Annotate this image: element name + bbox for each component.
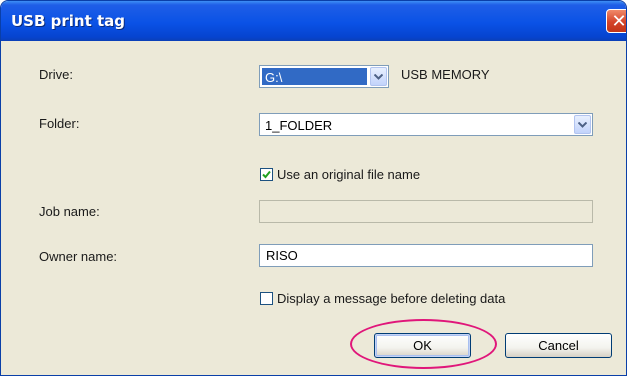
display-message-checkbox[interactable]: [260, 292, 273, 305]
display-message-option[interactable]: Display a message before deleting data: [260, 291, 505, 306]
chevron-down-icon: [578, 122, 587, 128]
owner-name-input[interactable]: [260, 245, 592, 266]
folder-label: Folder:: [39, 116, 80, 131]
title-bar[interactable]: USB print tag ✕: [1, 1, 626, 41]
display-message-label: Display a message before deleting data: [277, 291, 506, 306]
job-name-input: [260, 201, 592, 222]
use-original-file-name-label: Use an original file name: [277, 167, 421, 182]
drive-select[interactable]: G:\: [259, 65, 389, 88]
close-icon: ✕: [611, 11, 627, 31]
cancel-button[interactable]: Cancel: [505, 333, 612, 358]
job-name-label: Job name:: [39, 204, 100, 219]
folder-value: 1_FOLDER: [265, 118, 333, 133]
folder-select[interactable]: 1_FOLDER: [259, 113, 593, 136]
drive-dropdown-arrow[interactable]: [370, 67, 387, 86]
owner-name-field[interactable]: [259, 244, 593, 267]
ok-button-highlight-circle: [350, 319, 497, 369]
dialog-title: USB print tag: [11, 12, 126, 30]
dialog-window: USB print tag ✕ Drive: G:\ USB MEMORY Fo…: [0, 0, 627, 376]
folder-dropdown-arrow[interactable]: [574, 115, 591, 134]
checkmark-icon: [262, 170, 271, 179]
use-original-file-name-option[interactable]: Use an original file name: [260, 167, 420, 182]
chevron-down-icon: [374, 74, 383, 80]
owner-name-label: Owner name:: [39, 249, 118, 264]
use-original-file-name-checkbox[interactable]: [260, 168, 273, 181]
close-button[interactable]: ✕: [606, 9, 627, 33]
drive-label: Drive:: [39, 67, 73, 82]
drive-value: G:\: [262, 68, 367, 85]
drive-device-name: USB MEMORY: [401, 67, 490, 82]
job-name-field: [259, 200, 593, 223]
